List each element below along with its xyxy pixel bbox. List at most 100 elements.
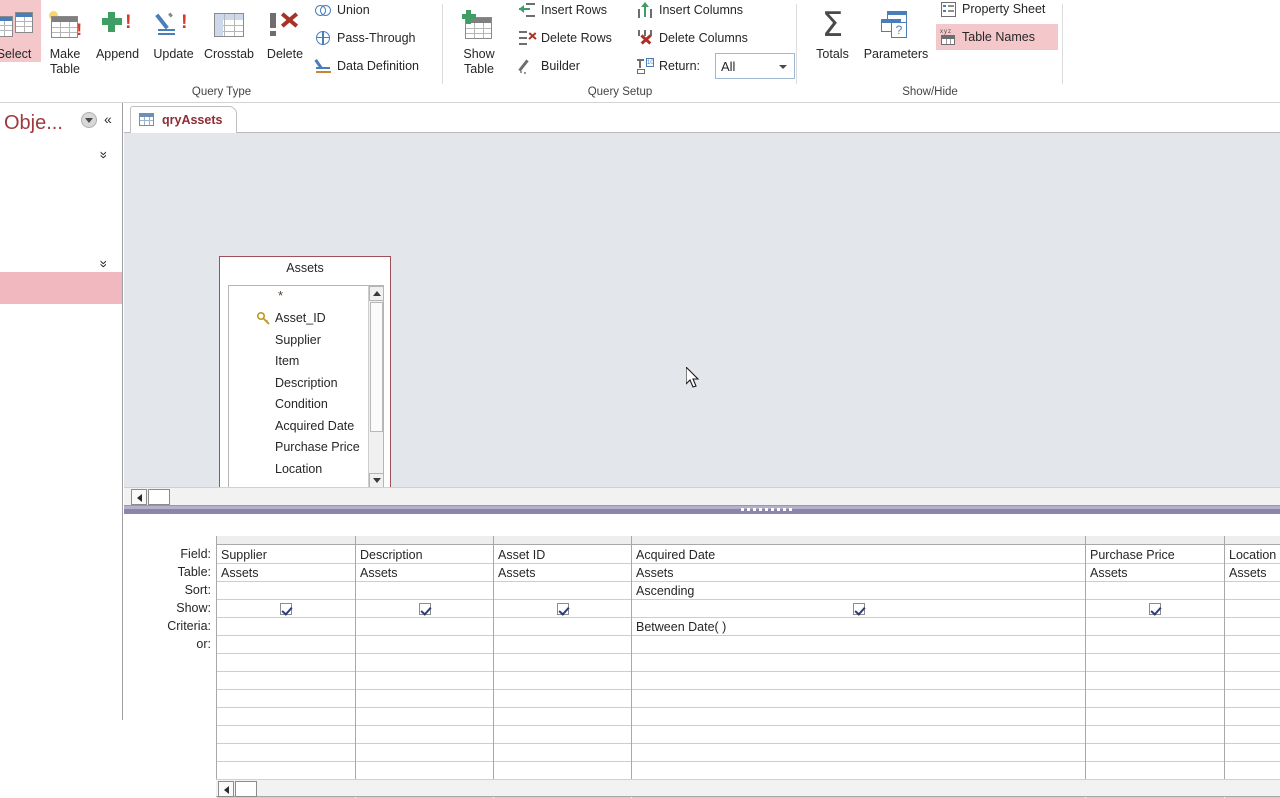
query-grid-empty-cell[interactable] bbox=[1225, 708, 1280, 726]
query-grid-or-cell[interactable] bbox=[632, 636, 1085, 654]
query-grid-empty-cell[interactable] bbox=[1086, 726, 1224, 744]
show-checkbox[interactable] bbox=[556, 602, 569, 615]
scroll-up-button[interactable] bbox=[369, 286, 383, 301]
query-grid-horizontal-scrollbar[interactable] bbox=[216, 779, 1280, 797]
query-grid-empty-cell[interactable] bbox=[494, 654, 631, 672]
query-grid-table-cell[interactable]: Assets bbox=[217, 564, 355, 582]
query-grid-criteria-cell[interactable] bbox=[494, 618, 631, 636]
query-grid-empty-cell[interactable] bbox=[1086, 744, 1224, 762]
query-grid-empty-cell[interactable] bbox=[1225, 690, 1280, 708]
query-grid-empty-cell[interactable] bbox=[494, 708, 631, 726]
field-list-item[interactable]: Description bbox=[229, 372, 383, 394]
query-grid-show-cell[interactable] bbox=[217, 600, 355, 618]
query-design-canvas[interactable]: Assets * Asset_ID Supplier Item Description C… bbox=[124, 133, 1280, 506]
query-grid-empty-cell[interactable] bbox=[632, 708, 1085, 726]
query-grid-empty-cell[interactable] bbox=[494, 762, 631, 780]
field-list-item[interactable]: Asset_ID bbox=[229, 308, 383, 330]
query-grid-show-cell[interactable] bbox=[1225, 600, 1280, 618]
canvas-scrollbar-thumb[interactable] bbox=[148, 489, 170, 505]
query-grid-empty-cell[interactable] bbox=[217, 690, 355, 708]
query-grid-criteria-cell[interactable]: Between Date( ) bbox=[632, 618, 1085, 636]
delete-columns-button[interactable]: Delete Columns bbox=[633, 25, 752, 51]
double-chevron-left-icon[interactable]: « bbox=[104, 111, 112, 127]
query-grid-field-cell[interactable]: Description bbox=[356, 546, 493, 564]
canvas-scroll-left-button[interactable] bbox=[131, 489, 147, 505]
query-grid-or-cell[interactable] bbox=[1225, 636, 1280, 654]
query-type-make-table-button[interactable]: ! Make Table bbox=[42, 0, 88, 76]
query-grid-table-cell[interactable]: Assets bbox=[356, 564, 493, 582]
query-grid-or-cell[interactable] bbox=[217, 636, 355, 654]
query-grid-show-cell[interactable] bbox=[1086, 600, 1224, 618]
property-sheet-button[interactable]: Property Sheet bbox=[936, 0, 1049, 22]
query-grid-criteria-cell[interactable] bbox=[1225, 618, 1280, 636]
query-grid-column[interactable]: Description Assets bbox=[356, 536, 494, 798]
query-grid-empty-cell[interactable] bbox=[1086, 654, 1224, 672]
query-grid-empty-cell[interactable] bbox=[356, 726, 493, 744]
totals-button[interactable]: Σ Totals bbox=[805, 0, 860, 62]
field-list-item[interactable]: Acquired Date bbox=[229, 415, 383, 437]
return-value-combobox[interactable]: All bbox=[715, 53, 795, 79]
query-grid-column[interactable]: Supplier Assets bbox=[217, 536, 356, 798]
query-grid-column[interactable]: Asset ID Assets bbox=[494, 536, 632, 798]
field-list-item[interactable]: Location bbox=[229, 458, 383, 480]
scroll-down-button[interactable] bbox=[369, 473, 383, 488]
query-grid-empty-cell[interactable] bbox=[494, 744, 631, 762]
query-grid-empty-cell[interactable] bbox=[356, 672, 493, 690]
query-grid-field-cell[interactable]: Acquired Date bbox=[632, 546, 1085, 564]
query-grid-empty-cell[interactable] bbox=[1086, 690, 1224, 708]
query-grid-column-header[interactable] bbox=[1086, 536, 1224, 545]
query-grid-column-header[interactable] bbox=[494, 536, 631, 545]
query-grid-empty-cell[interactable] bbox=[632, 762, 1085, 780]
query-grid-field-cell[interactable]: Asset ID bbox=[494, 546, 631, 564]
query-grid-field-cell[interactable]: Purchase Price bbox=[1086, 546, 1224, 564]
query-grid-empty-cell[interactable] bbox=[217, 672, 355, 690]
query-grid-empty-cell[interactable] bbox=[1086, 708, 1224, 726]
table-window-assets[interactable]: Assets * Asset_ID Supplier Item Description C… bbox=[219, 256, 391, 496]
query-grid-column[interactable]: Location Assets bbox=[1225, 536, 1280, 798]
query-grid-sort-cell[interactable] bbox=[217, 582, 355, 600]
show-checkbox[interactable] bbox=[852, 602, 865, 615]
scrollbar-thumb[interactable] bbox=[370, 302, 383, 432]
pane-splitter[interactable] bbox=[124, 506, 1280, 514]
query-grid-empty-cell[interactable] bbox=[356, 654, 493, 672]
query-type-union-button[interactable]: Union bbox=[311, 0, 374, 23]
navigation-pane-selected-item[interactable] bbox=[0, 272, 122, 304]
query-type-delete-button[interactable]: Delete bbox=[261, 0, 309, 62]
query-grid-criteria-cell[interactable] bbox=[356, 618, 493, 636]
query-grid-empty-cell[interactable] bbox=[632, 672, 1085, 690]
query-type-append-button[interactable]: ! Append bbox=[90, 0, 145, 62]
parameters-button[interactable]: ? Parameters bbox=[860, 0, 932, 62]
query-grid-empty-cell[interactable] bbox=[217, 762, 355, 780]
query-grid-empty-cell[interactable] bbox=[494, 726, 631, 744]
query-grid-sort-cell[interactable] bbox=[1225, 582, 1280, 600]
field-list-item[interactable]: Item bbox=[229, 351, 383, 373]
splitter-grip[interactable] bbox=[741, 508, 793, 512]
show-table-button[interactable]: Show Table bbox=[451, 0, 507, 76]
show-checkbox[interactable] bbox=[418, 602, 431, 615]
query-grid-column-header[interactable] bbox=[632, 536, 1085, 545]
show-checkbox[interactable] bbox=[280, 602, 292, 615]
query-grid-field-cell[interactable]: Supplier bbox=[217, 546, 355, 564]
query-type-data-definition-button[interactable]: Data Definition bbox=[311, 53, 423, 79]
query-grid-empty-cell[interactable] bbox=[494, 690, 631, 708]
query-grid-empty-cell[interactable] bbox=[632, 744, 1085, 762]
query-grid-empty-cell[interactable] bbox=[632, 654, 1085, 672]
group-collapse-up-icon-2[interactable]: « bbox=[94, 260, 110, 268]
query-grid-empty-cell[interactable] bbox=[217, 744, 355, 762]
chevron-down-icon[interactable] bbox=[779, 65, 787, 69]
insert-rows-button[interactable]: Insert Rows bbox=[515, 0, 611, 23]
query-type-update-button[interactable]: ! Update bbox=[147, 0, 200, 62]
query-grid-criteria-cell[interactable] bbox=[217, 618, 355, 636]
insert-columns-button[interactable]: Insert Columns bbox=[633, 0, 747, 23]
query-grid-column-header[interactable] bbox=[217, 536, 355, 545]
field-list-item[interactable]: Supplier bbox=[229, 329, 383, 351]
query-grid-show-cell[interactable] bbox=[356, 600, 493, 618]
query-grid-empty-cell[interactable] bbox=[356, 744, 493, 762]
canvas-horizontal-scrollbar[interactable] bbox=[124, 487, 1280, 505]
query-grid-empty-cell[interactable] bbox=[1086, 672, 1224, 690]
builder-button[interactable]: Builder bbox=[515, 53, 584, 79]
query-grid-table-cell[interactable]: Assets bbox=[1225, 564, 1280, 582]
query-grid-criteria-cell[interactable] bbox=[1086, 618, 1224, 636]
query-grid-sort-cell[interactable]: Ascending bbox=[632, 582, 1085, 600]
query-grid-sort-cell[interactable] bbox=[494, 582, 631, 600]
